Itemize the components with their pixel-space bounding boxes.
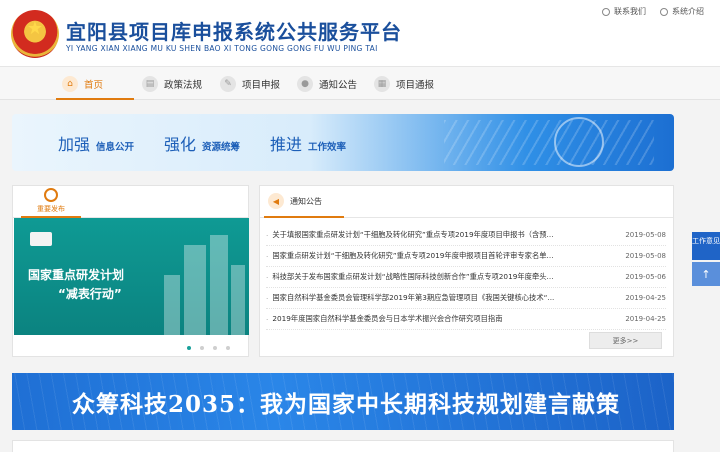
contact-us-link[interactable]: 联系我们 xyxy=(602,6,646,17)
feedback-button[interactable]: 工作意见 xyxy=(692,232,720,260)
slogan-big: 加强 xyxy=(58,135,91,154)
document-icon: ▤ xyxy=(142,75,158,92)
nav-item-label: 项目通报 xyxy=(396,79,435,91)
next-section-strip xyxy=(12,440,674,452)
slogan-item: 推进 工作效率 xyxy=(270,131,346,155)
site-header: 宜阳县项目库申报系统公共服务平台 YI YANG XIAN XIANG MU K… xyxy=(0,0,720,66)
system-intro-link[interactable]: 系统介绍 xyxy=(660,6,704,17)
carousel-dot[interactable] xyxy=(200,346,204,350)
tab-label: 通知公告 xyxy=(290,196,322,206)
news-date: 2019-05-08 xyxy=(625,252,666,260)
banner-decoration xyxy=(444,120,654,165)
slogan-big: 强化 xyxy=(164,135,197,154)
news-list: 关于填报国家重点研发计划“干细胞及转化研究”重点专项2019年度项目申报书（含预… xyxy=(266,225,666,330)
carousel-dot[interactable] xyxy=(226,346,230,350)
info-icon xyxy=(660,7,668,16)
list-item[interactable]: 国家重点研发计划“干细胞及转化研究”重点专项2019年度申报项目首轮评审专家名单… xyxy=(266,246,666,267)
back-to-top-button[interactable]: ↑ xyxy=(692,262,720,286)
edit-icon: ✎ xyxy=(220,75,236,92)
building-decoration xyxy=(164,275,180,335)
important-release-panel: 重要发布 国家重点研发计划 “减表行动” xyxy=(12,185,249,357)
slogan-item: 加强 信息公开 xyxy=(58,131,134,155)
panel-header: ◀ 通知公告 xyxy=(260,186,673,218)
slogan-small: 资源统筹 xyxy=(202,142,241,153)
contact-icon xyxy=(602,7,610,16)
news-title: 国家重点研发计划“干细胞及转化研究”重点专项2019年度申报项目首轮评审专家名单… xyxy=(272,251,554,260)
nav-item-label: 政策法规 xyxy=(164,79,203,91)
nav-item-apply[interactable]: ✎ 项目申报 xyxy=(220,67,280,100)
speaker-icon: ◀ xyxy=(268,193,284,209)
building-decoration xyxy=(210,235,228,335)
contact-us-label: 联系我们 xyxy=(614,7,646,16)
list-item[interactable]: 科技部关于发布国家重点研发计划“战略性国际科技创新合作”重点专项2019年度牵头… xyxy=(266,267,666,288)
list-item[interactable]: 关于填报国家重点研发计划“干细胞及转化研究”重点专项2019年度项目申报书（含预… xyxy=(266,225,666,246)
news-title: 2019年度国家自然科学基金委员会与日本学术振兴会合作研究项目指南 xyxy=(272,314,503,323)
slide-title: 国家重点研发计划 xyxy=(28,268,125,282)
site-subtitle: YI YANG XIAN XIANG MU KU SHEN BAO XI TON… xyxy=(66,44,378,53)
site-title: 宜阳县项目库申报系统公共服务平台 xyxy=(66,20,402,44)
building-decoration xyxy=(231,265,245,335)
list-item[interactable]: 2019年度国家自然科学基金委员会与日本学术振兴会合作研究项目指南 2019-04… xyxy=(266,309,666,330)
slogan-small: 工作效率 xyxy=(308,142,347,153)
nav-item-label: 项目申报 xyxy=(242,79,281,91)
news-title: 国家自然科学基金委员会管理科学部2019年第3期应急管理项目《我国关键核心技术“… xyxy=(272,293,555,302)
tab-label: 重要发布 xyxy=(37,205,65,213)
banner-circle-decoration xyxy=(554,117,604,167)
system-intro-label: 系统介绍 xyxy=(672,7,704,16)
top-links: 联系我们 系统介绍 xyxy=(602,6,704,17)
promo-banner-text: 众筹科技2035：我为国家中长期科技规划建言献策 xyxy=(72,391,621,418)
nav-active-indicator xyxy=(56,98,134,100)
panel-header: 重要发布 xyxy=(13,186,248,218)
national-emblem-icon xyxy=(11,10,59,58)
user-icon: ● xyxy=(297,75,313,92)
news-date: 2019-05-08 xyxy=(625,231,666,239)
home-icon: ⌂ xyxy=(62,75,78,92)
tab-important-release[interactable]: 重要发布 xyxy=(21,186,81,218)
list-item[interactable]: 国家自然科学基金委员会管理科学部2019年第3期应急管理项目《我国关键核心技术“… xyxy=(266,288,666,309)
nav-item-notice[interactable]: ● 通知公告 xyxy=(297,67,357,100)
nav-item-home[interactable]: ⌂ 首页 xyxy=(62,67,103,100)
carousel-dots xyxy=(13,346,250,350)
nav-item-report[interactable]: ▦ 项目通报 xyxy=(374,67,434,100)
slogan-item: 强化 资源统筹 xyxy=(164,131,240,155)
slogan-small: 信息公开 xyxy=(96,142,135,153)
nav-item-policy[interactable]: ▤ 政策法规 xyxy=(142,67,202,100)
slogan-big: 推进 xyxy=(270,135,303,154)
slogan-banner: 加强 信息公开 强化 资源统筹 推进 工作效率 xyxy=(12,114,674,171)
news-date: 2019-05-06 xyxy=(625,273,666,281)
nav-item-label: 首页 xyxy=(84,79,104,91)
megaphone-icon xyxy=(30,232,52,246)
news-date: 2019-04-25 xyxy=(625,294,666,302)
tab-notice[interactable]: ◀ 通知公告 xyxy=(264,186,344,218)
carousel-slide[interactable]: 国家重点研发计划 “减表行动” xyxy=(14,218,249,335)
carousel-dot[interactable] xyxy=(213,346,217,350)
notice-panel: ◀ 通知公告 关于填报国家重点研发计划“干细胞及转化研究”重点专项2019年度项… xyxy=(259,185,674,357)
nav-item-label: 通知公告 xyxy=(319,79,358,91)
news-title: 科技部关于发布国家重点研发计划“战略性国际科技创新合作”重点专项2019年度牵头… xyxy=(272,272,554,281)
news-date: 2019-04-25 xyxy=(625,315,666,323)
slide-subtitle: “减表行动” xyxy=(58,287,122,301)
clock-icon xyxy=(44,188,58,202)
carousel-dot[interactable] xyxy=(187,346,191,350)
news-title: 关于填报国家重点研发计划“干细胞及转化研究”重点专项2019年度项目申报书（含预… xyxy=(272,230,554,239)
promo-banner[interactable]: 众筹科技2035：我为国家中长期科技规划建言献策 xyxy=(12,373,674,430)
main-nav: ⌂ 首页 ▤ 政策法规 ✎ 项目申报 ● 通知公告 ▦ 项目通报 xyxy=(0,66,720,100)
report-icon: ▦ xyxy=(374,75,390,92)
more-button[interactable]: 更多>> xyxy=(589,332,662,349)
building-decoration xyxy=(184,245,206,335)
